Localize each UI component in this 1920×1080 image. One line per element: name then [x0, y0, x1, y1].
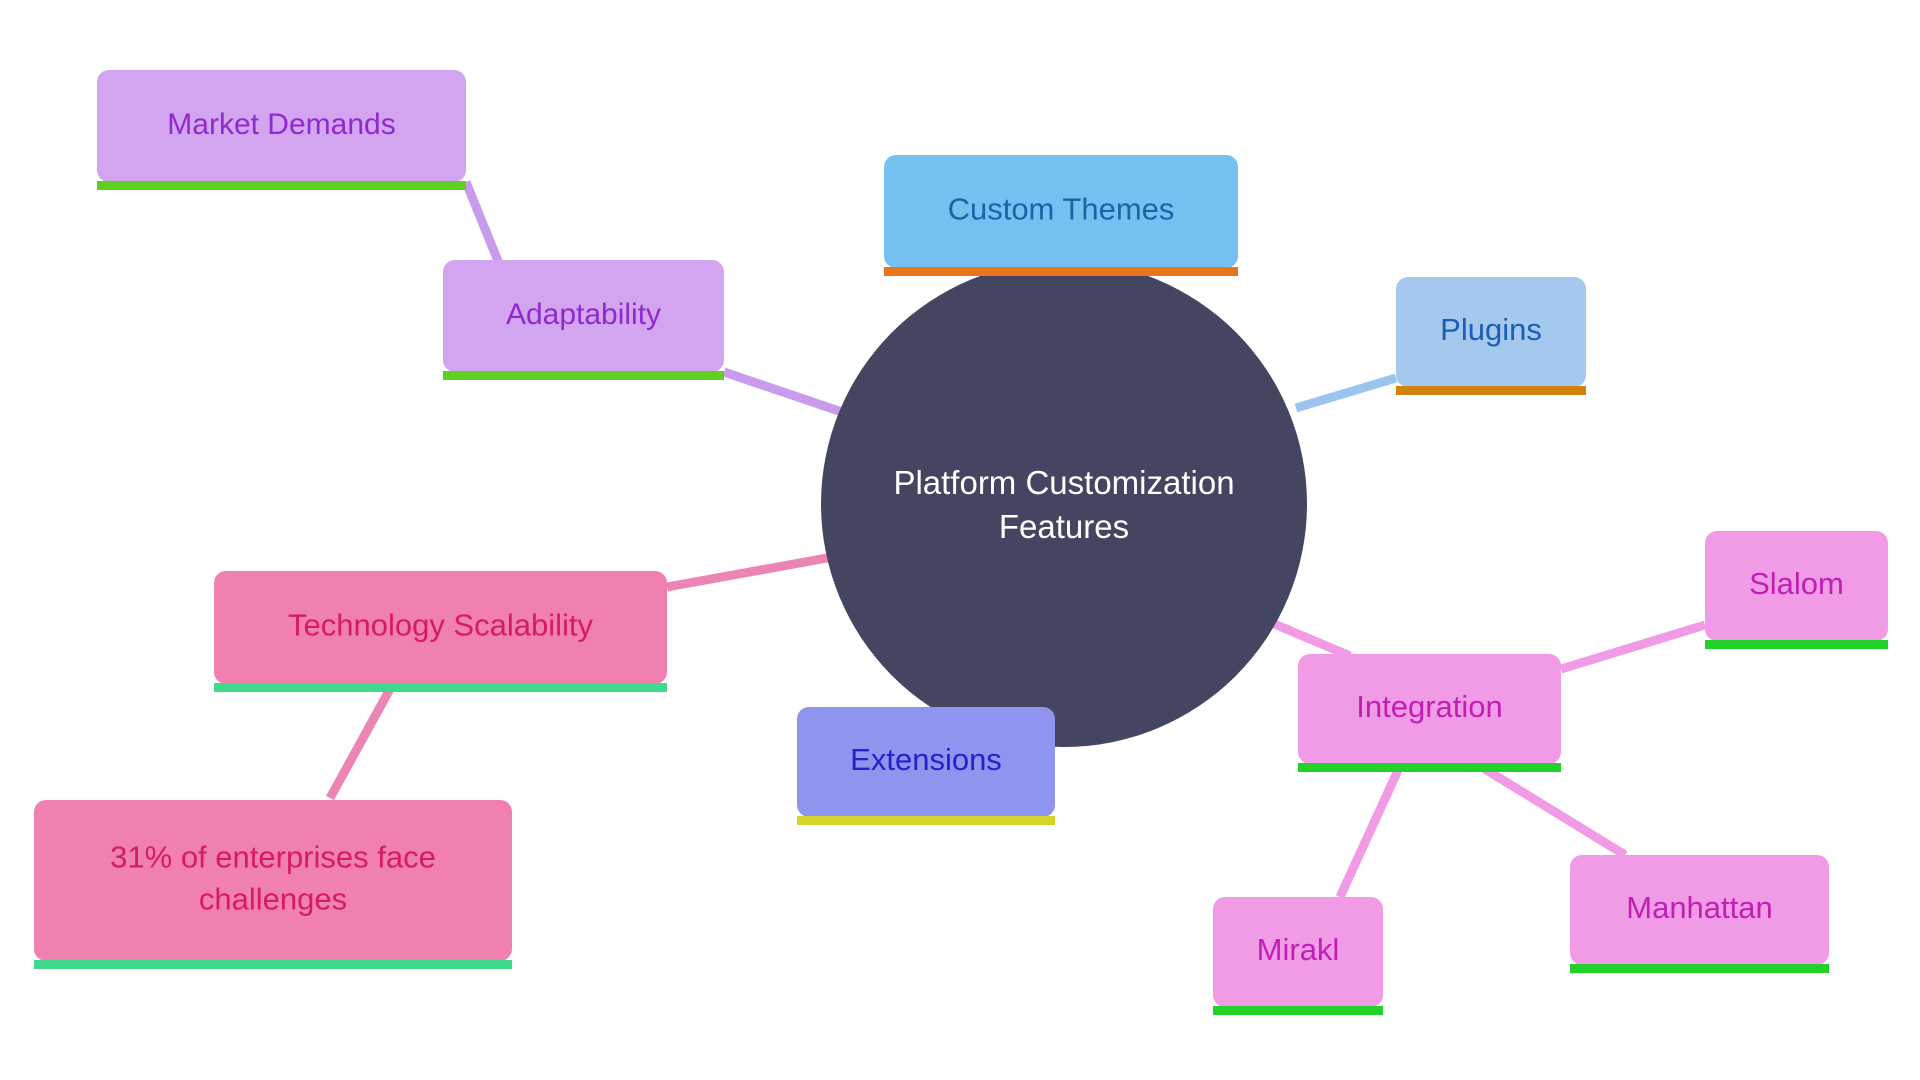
- mindmap-node-technology-scalability[interactable]: Technology Scalability: [214, 571, 667, 692]
- node-underline-enterprise-challenges: [34, 960, 512, 969]
- mindmap-node-integration[interactable]: Integration: [1298, 654, 1561, 772]
- node-label-market-demands: Market Demands: [167, 108, 395, 141]
- mindmap-node-adaptability[interactable]: Adaptability: [443, 260, 724, 380]
- node-underline-extensions: [797, 816, 1055, 825]
- node-label-adaptability: Adaptability: [506, 298, 661, 331]
- mindmap-node-custom-themes[interactable]: Custom Themes: [884, 155, 1238, 276]
- root-node-root[interactable]: [821, 261, 1307, 747]
- node-label-slalom: Slalom: [1749, 566, 1844, 601]
- node-label-technology-scalability: Technology Scalability: [288, 608, 594, 643]
- mindmap-svg: Platform Customization Features Market De…: [34, 70, 1888, 1015]
- edge-market-demands-adaptability: [461, 180, 505, 268]
- node-underline-custom-themes: [884, 267, 1238, 276]
- node-label-custom-themes: Custom Themes: [948, 192, 1175, 227]
- node-underline-mirakl: [1213, 1006, 1383, 1015]
- mindmap-canvas-container: Platform Customization Features Market De…: [0, 0, 1920, 1080]
- node-underline-plugins: [1396, 386, 1586, 395]
- edge-root-technology-scalability: [666, 551, 839, 592]
- edge-adaptability-root: [722, 367, 844, 417]
- node-box-enterprise-challenges[interactable]: [34, 800, 512, 961]
- edge-technology-scalability-enterprise-challenges: [326, 686, 394, 801]
- mindmap-node-enterprise-challenges[interactable]: 31% of enterprises face challenges: [34, 800, 512, 969]
- node-label-mirakl: Mirakl: [1257, 932, 1340, 967]
- node-underline-adaptability: [443, 371, 724, 380]
- node-underline-market-demands: [97, 181, 466, 190]
- node-underline-technology-scalability: [214, 683, 667, 692]
- edge-root-integration: [1270, 618, 1352, 661]
- node-label-manhattan: Manhattan: [1626, 890, 1773, 925]
- edge-integration-manhattan: [1477, 762, 1628, 859]
- mindmap-node-plugins[interactable]: Plugins: [1396, 277, 1586, 395]
- mindmap-node-slalom[interactable]: Slalom: [1705, 531, 1888, 649]
- node-label-extensions: Extensions: [850, 742, 1002, 777]
- node-underline-manhattan: [1570, 964, 1829, 973]
- mindmap-node-market-demands[interactable]: Market Demands: [97, 70, 466, 190]
- mindmap-node-extensions[interactable]: Extensions: [797, 707, 1055, 825]
- edge-integration-slalom: [1559, 620, 1707, 674]
- node-underline-integration: [1298, 763, 1561, 772]
- node-label-plugins: Plugins: [1440, 312, 1542, 347]
- edge-plugins-root: [1294, 373, 1398, 413]
- node-label-integration: Integration: [1356, 689, 1503, 724]
- node-underline-slalom: [1705, 640, 1888, 649]
- mindmap-node-mirakl[interactable]: Mirakl: [1213, 897, 1383, 1015]
- mindmap-node-manhattan[interactable]: Manhattan: [1570, 855, 1829, 973]
- edge-integration-mirakl: [1335, 764, 1405, 899]
- root-node-layer[interactable]: Platform Customization Features: [821, 261, 1307, 747]
